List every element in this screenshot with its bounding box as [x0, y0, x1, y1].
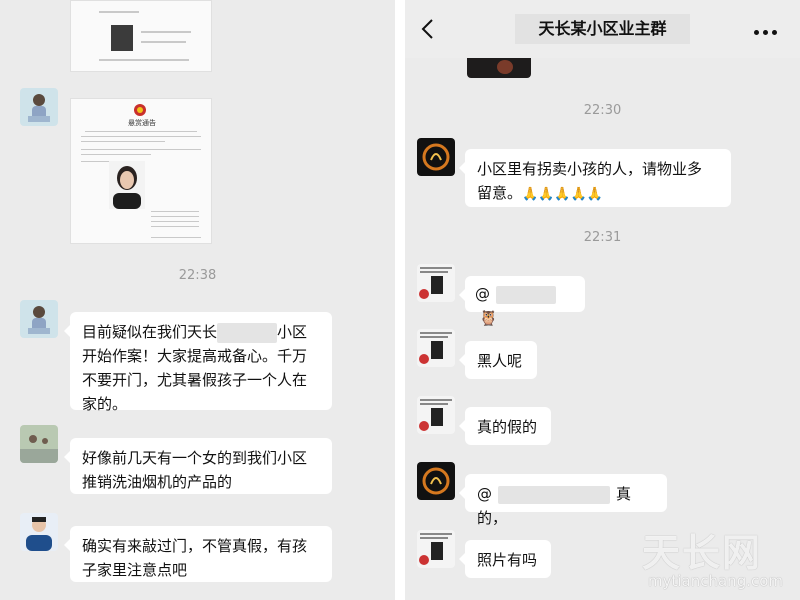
message-line: 好像前几天有一个女的到我们小区: [82, 449, 308, 467]
redacted-text: [498, 485, 610, 504]
mention-symbol: @: [475, 285, 490, 303]
timestamp: 22:38: [178, 268, 217, 283]
message-line: 小区里有拐卖小孩的人，请物业多: [477, 160, 703, 178]
mention-symbol: @: [477, 485, 492, 503]
avatar[interactable]: [417, 462, 455, 500]
avatar-poster-icon: [417, 264, 455, 302]
praying-hands-icon: 🙏🙏🙏🙏🙏: [522, 187, 603, 202]
avatar-woman-icon: [20, 300, 58, 338]
avatar-woman-icon: [20, 88, 58, 126]
chat-title: 天长某小区业主群: [515, 14, 690, 44]
redacted-text: [496, 285, 556, 304]
suspect-photo: [109, 161, 145, 209]
message-line: 确实有来敲过门，不管真假，有孩: [82, 537, 308, 555]
avatar[interactable]: [417, 396, 455, 434]
notice-image-top[interactable]: [70, 0, 212, 72]
message-line: 开始作案！大家提高戒备心。千万: [82, 347, 308, 365]
message-line: 留意。🙏🙏🙏🙏🙏: [477, 184, 603, 202]
timestamp: 22:31: [583, 230, 622, 245]
back-arrow-icon[interactable]: [419, 18, 437, 40]
left-chat-screenshot: 悬赏通告 22:38 目前疑似在我们天长小区 开始作案！大家提高戒备心。千万: [0, 0, 395, 600]
message-bubble[interactable]: @ 真的，: [459, 474, 667, 527]
avatar[interactable]: [20, 513, 58, 551]
avatar[interactable]: [417, 264, 455, 302]
notice-title: 悬赏通告: [128, 119, 156, 127]
message-bubble[interactable]: 确实有来敲过门，不管真假，有孩 子家里注意点吧: [64, 526, 332, 582]
avatar-fire-logo-icon: [417, 462, 455, 500]
message-line: 推销洗油烟机的产品的: [82, 473, 233, 491]
police-emblem-icon: [134, 104, 146, 116]
watermark-logo-text: 天长网: [642, 531, 763, 575]
avatar-poster-icon: [417, 396, 455, 434]
message-bubble[interactable]: 小区里有拐卖小孩的人，请物业多 留意。🙏🙏🙏🙏🙏: [459, 149, 731, 207]
message-bubble[interactable]: 真的假的: [459, 407, 551, 445]
message-bubble[interactable]: @🦉: [459, 276, 585, 327]
avatar-fire-logo-icon: [417, 138, 455, 176]
redacted-text: [217, 322, 278, 343]
avatar-poster-icon: [417, 530, 455, 568]
watermark: 天长网 mytianchang.com: [642, 522, 792, 594]
message-line: 子家里注意点吧: [82, 561, 188, 579]
message-bubble[interactable]: 好像前几天有一个女的到我们小区 推销洗油烟机的产品的: [64, 438, 332, 494]
wanted-notice-image[interactable]: 悬赏通告: [70, 98, 212, 244]
message-line: 家的。: [82, 395, 128, 413]
avatar[interactable]: [417, 138, 455, 176]
avatar[interactable]: [20, 88, 58, 126]
avatar[interactable]: [417, 530, 455, 568]
watermark-url: mytianchang.com: [648, 572, 784, 590]
message-bubble[interactable]: 照片有吗: [459, 540, 551, 578]
message-line: 不要开门，尤其暑假孩子一个人在: [82, 371, 308, 389]
avatar-man-icon: [20, 513, 58, 551]
message-bubble[interactable]: 目前疑似在我们天长 小区 开始作案！大家提高戒备心。千万 不要开门，尤其暑假孩子一…: [64, 312, 332, 413]
avatar[interactable]: [20, 300, 58, 338]
avatar-family-icon: [20, 425, 58, 463]
avatar-poster-icon: [417, 329, 455, 367]
avatar[interactable]: [20, 425, 58, 463]
partial-image[interactable]: [467, 58, 531, 78]
avatar[interactable]: [417, 329, 455, 367]
right-chat-screenshot: 天长某小区业主群 22:30 小区里有拐卖小孩的人，请物业多 留意。🙏🙏🙏🙏🙏 …: [405, 0, 800, 600]
message-line: 目前疑似在我们天长 小区: [82, 322, 308, 343]
more-options-icon[interactable]: [754, 30, 778, 36]
timestamp: 22:30: [583, 103, 622, 118]
chat-header: 天长某小区业主群: [405, 0, 800, 58]
owl-emoji-icon: 🦉: [479, 309, 498, 327]
message-bubble[interactable]: 黑人呢: [459, 341, 537, 379]
